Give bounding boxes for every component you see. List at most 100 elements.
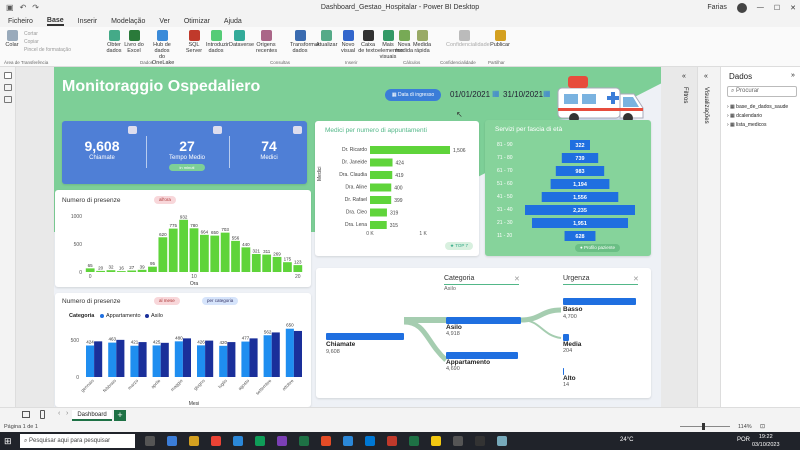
- taskbar-app-icon[interactable]: [255, 436, 265, 446]
- taskbar-app-icon[interactable]: [453, 436, 463, 446]
- cut-button[interactable]: Cortar: [24, 30, 71, 38]
- ribbon-button-9[interactable]: Atualizar: [316, 30, 337, 48]
- zoom-level[interactable]: 114%: [738, 424, 752, 430]
- month-bar-label: 421: [131, 340, 139, 345]
- hour-bar: [85, 268, 95, 272]
- fit-page-icon[interactable]: ⊡: [760, 423, 765, 430]
- windows-start-icon[interactable]: ⊞: [4, 436, 14, 446]
- taskbar-app-icon[interactable]: [145, 436, 155, 446]
- model-view-icon[interactable]: [3, 96, 12, 103]
- add-page-button[interactable]: +: [114, 410, 126, 421]
- table-item[interactable]: › ▦ lista_medicos: [727, 121, 788, 130]
- ribbon-button-1[interactable]: Obter dados: [104, 30, 124, 54]
- minimize-icon[interactable]: —: [757, 4, 764, 11]
- ribbon-button-13[interactable]: Nova medida: [394, 30, 414, 54]
- ribbon-button-11[interactable]: Caixa de texto: [358, 30, 378, 54]
- ribbon-button-icon: [233, 30, 245, 41]
- date-filter-button[interactable]: ▦ Data di ingresso: [385, 89, 441, 101]
- taskbar-app-icon[interactable]: [387, 436, 397, 446]
- hour-bar: [241, 247, 251, 272]
- ribbon-button-6[interactable]: Dataverse: [229, 30, 254, 48]
- taskbar-search[interactable]: ⌕ Pesquisar aqui para pesquisar: [20, 434, 135, 448]
- table-name: base_de_dados_saude: [736, 104, 789, 110]
- taskbar-app-icon[interactable]: [365, 436, 375, 446]
- data-search-input[interactable]: ⌕ Procurar: [727, 86, 797, 97]
- table-item[interactable]: › ▦ base_de_dados_saude: [727, 103, 788, 112]
- tab-base[interactable]: Base: [46, 17, 64, 26]
- taskbar-app-icon[interactable]: [431, 436, 441, 446]
- expand-pane-icon[interactable]: »: [791, 72, 795, 79]
- table-view-icon[interactable]: [3, 84, 12, 91]
- taskbar-app-icon[interactable]: [475, 436, 485, 446]
- mobile-layout-icon[interactable]: [40, 410, 45, 419]
- decomp-root-bar[interactable]: [326, 333, 404, 340]
- title-bar: ▣ ↶ ↷ Dashboard_Gestao_Hospitalar - Powe…: [0, 0, 800, 15]
- decomp-col1-close-icon[interactable]: ✕: [514, 275, 520, 283]
- month-tick-label: marzo: [127, 378, 140, 391]
- tab-ver[interactable]: Ver: [159, 18, 170, 25]
- paste-button[interactable]: Colar: [2, 30, 22, 48]
- filters-pane-label[interactable]: Filtros: [682, 87, 688, 103]
- user-name: Farias: [707, 4, 727, 11]
- ribbon-button-3[interactable]: Hub de dados do OneLake: [152, 30, 174, 66]
- ribbon-button-7[interactable]: Origens recentes: [256, 30, 277, 54]
- taskbar-app-icon[interactable]: [343, 436, 353, 446]
- close-icon[interactable]: ✕: [790, 4, 796, 12]
- ribbon-button-14[interactable]: Medida rápida: [412, 30, 432, 54]
- age-bar-label: 983: [575, 169, 584, 175]
- date-to-input[interactable]: 31/10/2021: [503, 90, 543, 99]
- tab-ficheiro[interactable]: Ficheiro: [8, 18, 33, 25]
- month-bar-label: 426: [197, 339, 205, 344]
- collapse-filters-icon[interactable]: «: [682, 73, 686, 80]
- taskbar-app-icon[interactable]: [299, 436, 309, 446]
- table-item[interactable]: › ▦ dcalendario: [727, 112, 788, 121]
- decomp-apt-bar[interactable]: [446, 352, 518, 359]
- maximize-icon[interactable]: ☐: [774, 4, 780, 12]
- viz-pane-label[interactable]: Visualizações: [703, 87, 709, 124]
- decomp-media-bar[interactable]: [563, 334, 569, 341]
- hour-bar: [127, 270, 137, 272]
- month-tick-label: febbraio: [102, 378, 117, 393]
- format-painter-button[interactable]: Pincel de formatação: [24, 46, 71, 54]
- next-page-icon[interactable]: ›: [66, 410, 68, 417]
- taskbar-app-icon[interactable]: [167, 436, 177, 446]
- age-bar-label: 628: [575, 234, 584, 240]
- calendar-to-icon[interactable]: ▦: [543, 89, 551, 98]
- copy-button[interactable]: Copiar: [24, 38, 71, 46]
- taskbar-app-icon[interactable]: [409, 436, 419, 446]
- decomp-alto-bar[interactable]: [563, 368, 564, 375]
- tab-inserir[interactable]: Inserir: [78, 18, 97, 25]
- taskbar-app-icon[interactable]: [277, 436, 287, 446]
- calendar-from-icon[interactable]: ▦: [492, 89, 500, 98]
- page-tab-dashboard[interactable]: Dashboard: [72, 410, 112, 421]
- collapse-viz-icon[interactable]: «: [704, 73, 708, 80]
- tab-modelacao[interactable]: Modelação: [111, 18, 145, 25]
- month-bar-asilo: [94, 341, 103, 377]
- taskbar-app-icon[interactable]: [233, 436, 243, 446]
- ribbon-button-8[interactable]: Transformar dados: [290, 30, 320, 54]
- ribbon-button-4[interactable]: SQL Server: [184, 30, 204, 54]
- ribbon-button-16[interactable]: Publicar: [490, 30, 510, 48]
- taskbar-app-icon[interactable]: [321, 436, 331, 446]
- decomp-basso-bar[interactable]: [563, 298, 636, 305]
- ribbon-button-2[interactable]: Livro do Excel: [124, 30, 144, 54]
- report-view-icon[interactable]: [3, 72, 12, 79]
- taskbar-app-icon[interactable]: [189, 436, 199, 446]
- decomp-col2-close-icon[interactable]: ✕: [633, 275, 639, 283]
- ribbon-button-10[interactable]: Novo visual: [338, 30, 358, 54]
- taskbar-app-icon[interactable]: [497, 436, 507, 446]
- desktop-layout-icon[interactable]: [22, 411, 30, 418]
- tab-otimizar[interactable]: Otimizar: [184, 18, 210, 25]
- ribbon-button-15[interactable]: Confidencialidade: [446, 30, 490, 48]
- group-sensitivity: Confidencialidade: [440, 60, 476, 65]
- taskbar-app-icon[interactable]: [211, 436, 221, 446]
- tab-ajuda[interactable]: Ajuda: [224, 18, 242, 25]
- decomp-asilo-bar[interactable]: [446, 317, 521, 324]
- ribbon-button-icon: [188, 30, 200, 41]
- zoom-slider[interactable]: [680, 423, 730, 430]
- avatar[interactable]: [736, 2, 747, 13]
- prev-page-icon[interactable]: ‹: [58, 410, 60, 417]
- ribbon-button-5[interactable]: Introduzir dados: [206, 30, 229, 54]
- ribbon-button-icon: [494, 30, 506, 41]
- date-from-input[interactable]: 01/01/2021: [450, 90, 490, 99]
